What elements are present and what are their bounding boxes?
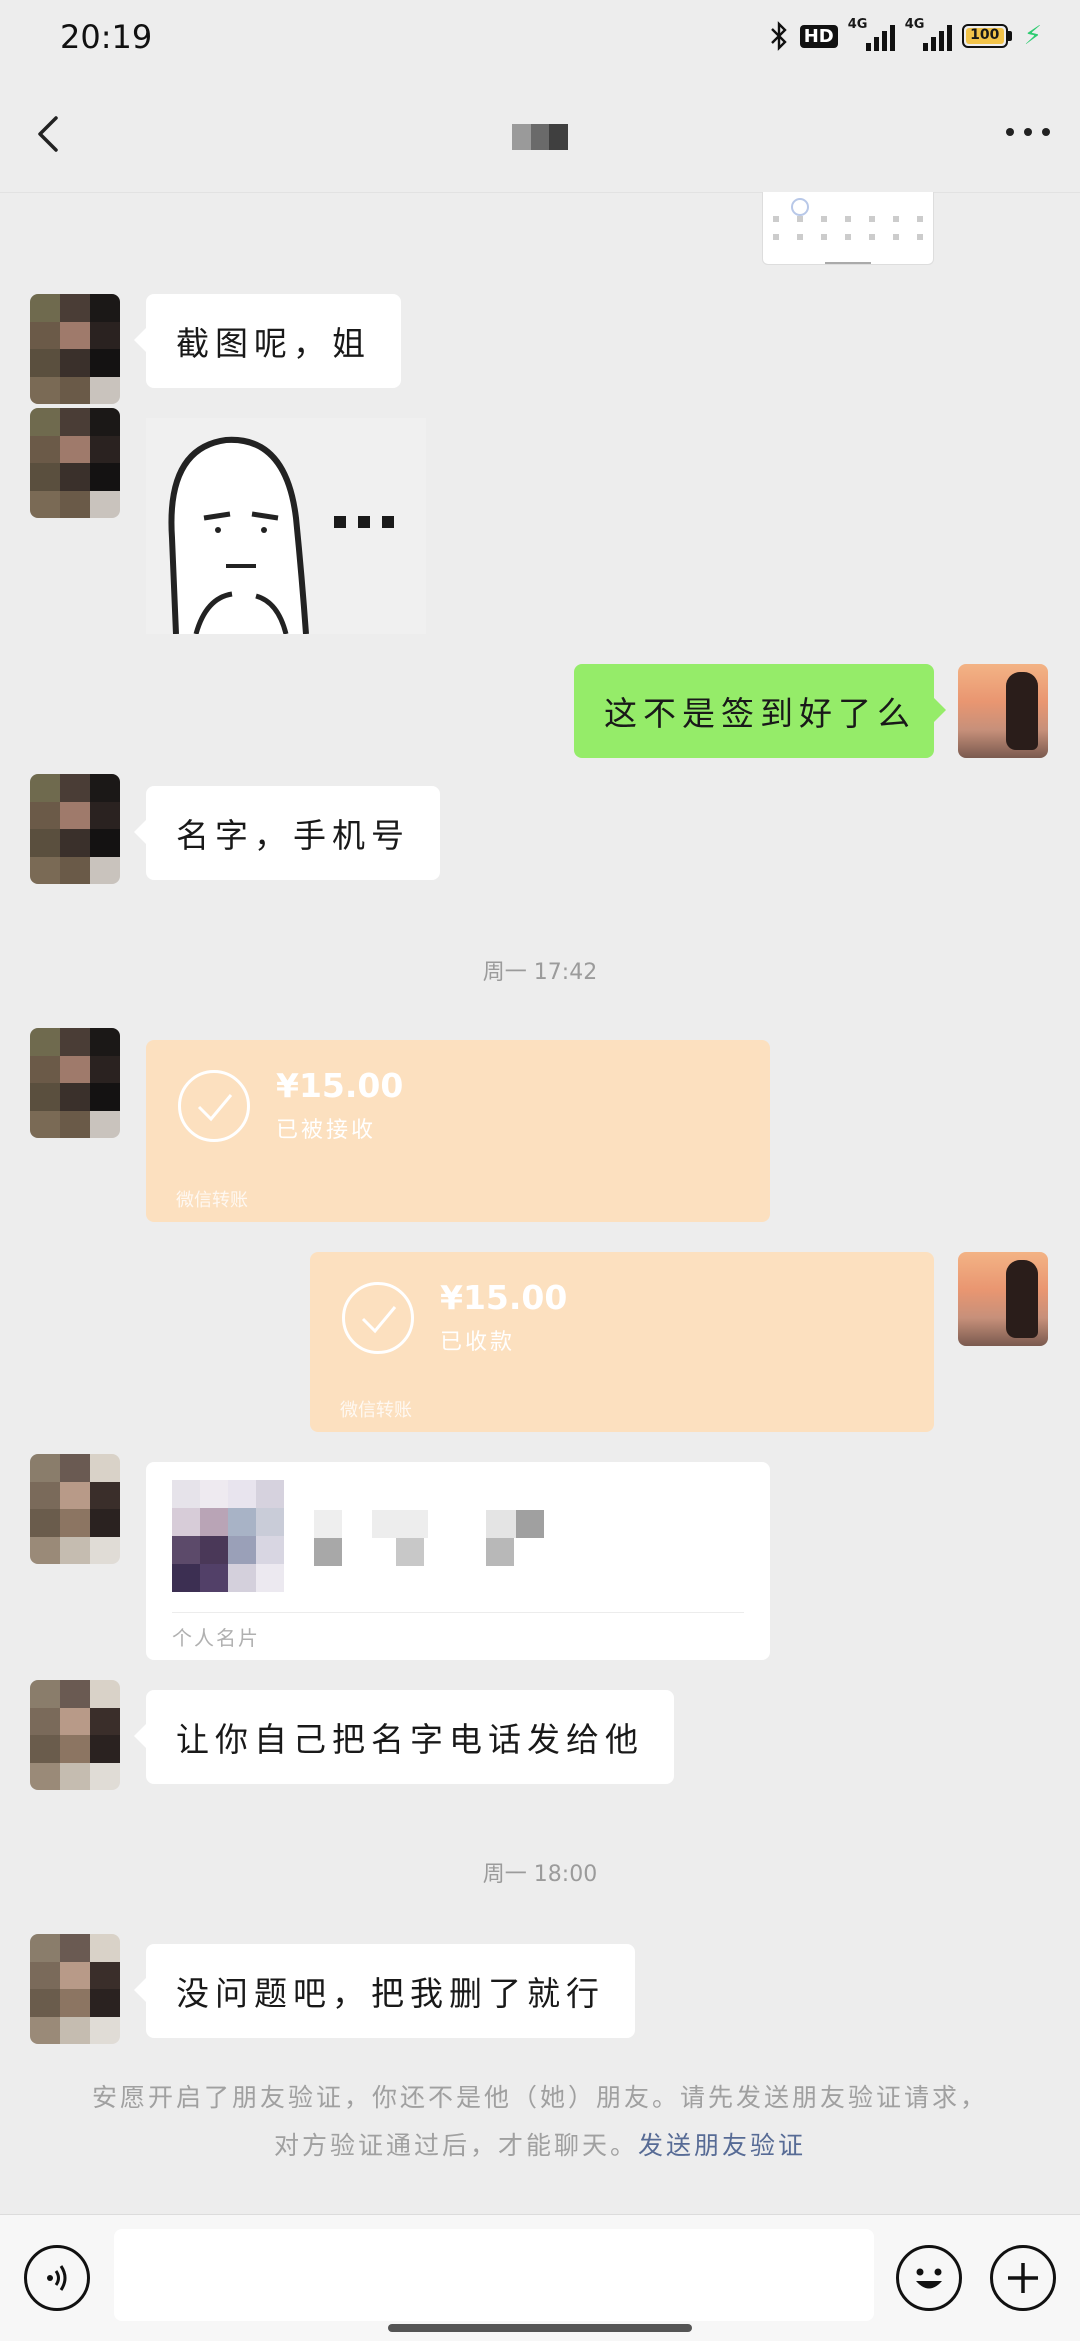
notice-text: 安愿开启了朋友验证，你还不是他（她）朋友。请先发送朋友验证请求，对方验证通过后，…	[91, 2083, 988, 2160]
home-indicator[interactable]	[388, 2324, 692, 2332]
check-circle-icon	[342, 1282, 414, 1354]
avatar[interactable]	[30, 774, 120, 884]
avatar[interactable]	[30, 1934, 120, 2044]
chat-title	[512, 124, 569, 150]
transfer-amount: ¥15.00	[276, 1066, 404, 1105]
input-bar	[0, 2214, 1080, 2341]
contact-card[interactable]: 个人名片	[146, 1462, 770, 1660]
message-bubble[interactable]: 截图呢，姐	[134, 294, 401, 388]
card-footer-label: 个人名片	[172, 1626, 260, 1650]
system-notice: 安愿开启了朋友验证，你还不是他（她）朋友。请先发送朋友验证请求，对方验证通过后，…	[80, 2074, 1000, 2170]
check-circle-icon	[178, 1070, 250, 1142]
signal-label: 4G	[904, 17, 925, 32]
battery-icon: 100	[961, 24, 1012, 48]
avatar[interactable]	[30, 1454, 120, 1564]
avatar[interactable]	[30, 1680, 120, 1790]
timestamp: 周一 17:42	[482, 960, 598, 985]
timestamp: 周一 18:00	[482, 1862, 598, 1887]
sticker-image[interactable]	[146, 418, 426, 634]
avatar[interactable]	[30, 408, 120, 518]
bluetooth-icon	[770, 21, 787, 51]
avatar[interactable]	[30, 294, 120, 404]
message-bubble[interactable]: 这不是签到好了么	[574, 664, 946, 758]
message-bubble[interactable]: 没问题吧，把我删了就行	[134, 1944, 635, 2038]
transfer-card[interactable]: ¥15.00 已收款 微信转账	[310, 1252, 934, 1432]
message-bubble[interactable]: 名字，手机号	[134, 786, 440, 880]
transfer-amount: ¥15.00	[440, 1278, 568, 1317]
emoji-icon[interactable]	[896, 2245, 962, 2311]
avatar[interactable]	[958, 664, 1048, 758]
contact-avatar	[172, 1480, 284, 1592]
nav-bar	[0, 78, 1080, 193]
chevron-left-icon[interactable]	[28, 112, 72, 156]
signal-4g-icon: 4G	[905, 17, 952, 51]
charging-icon: ⚡	[1023, 21, 1042, 51]
avatar[interactable]	[958, 1252, 1048, 1346]
transfer-source: 微信转账	[340, 1400, 412, 1421]
message-bubble[interactable]: 让你自己把名字电话发给他	[134, 1690, 674, 1784]
calendar-image-partial[interactable]	[762, 192, 934, 265]
voice-icon[interactable]	[24, 2245, 90, 2311]
plus-icon[interactable]	[990, 2245, 1056, 2311]
transfer-card[interactable]: ¥15.00 已被接收 微信转账	[146, 1040, 770, 1222]
status-icons: HD 4G 4G 100 ⚡	[768, 17, 1042, 52]
signal-4g-icon: 4G	[848, 17, 895, 51]
message-input[interactable]	[114, 2229, 874, 2321]
send-verification-link[interactable]: 发送朋友验证	[638, 2131, 806, 2160]
battery-text: 100	[970, 27, 1000, 43]
avatar[interactable]	[30, 1028, 120, 1138]
status-time: 20:19	[60, 18, 153, 56]
signal-label: 4G	[847, 17, 868, 32]
transfer-status: 已被接收	[276, 1118, 377, 1143]
hd-icon: HD	[799, 24, 838, 48]
transfer-status: 已收款	[440, 1330, 516, 1355]
transfer-source: 微信转账	[176, 1190, 248, 1211]
more-dots-icon[interactable]	[1006, 128, 1050, 136]
status-bar: 20:19 HD 4G 4G 100 ⚡	[0, 0, 1080, 78]
